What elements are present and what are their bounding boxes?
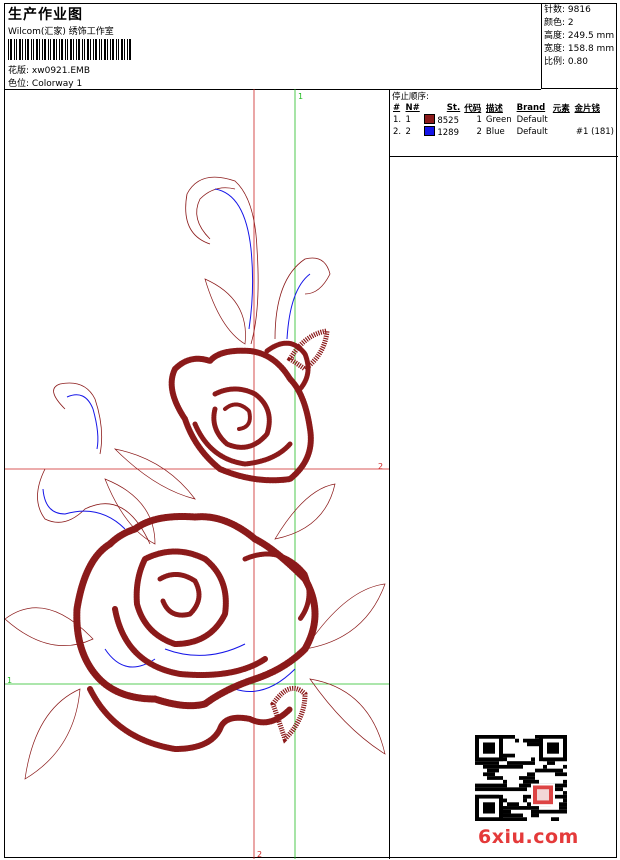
guide-label-bottom: 2 (257, 850, 262, 859)
design-preview: 1 2 1 2 (5, 89, 390, 859)
tendril-blue (42, 488, 126, 530)
leaf-shape (204, 278, 246, 345)
embroidery-artwork: 1 2 1 2 (5, 89, 389, 859)
design-file: 花版: xw0921.EMB (8, 63, 90, 76)
sheet-header: 生产作业图 Wilcom(汇家) 绣饰工作室 花版: xw0921.EMB 色位… (5, 4, 541, 90)
spec-height: 高度: 249.5 mm (544, 31, 615, 41)
stop-sequence-caption: 停止顺序: (392, 92, 429, 102)
guide-label-top: 1 (298, 92, 303, 101)
spec-width: 宽度: 158.8 mm (544, 44, 615, 54)
sheet-title: 生产作业图 (8, 7, 83, 23)
company-name: Wilcom(汇家) 绣饰工作室 (8, 27, 114, 37)
guide-label-left: 1 (7, 676, 12, 685)
stop-sequence-header: # N# St. 代码 描述 Brand 元素 金片钱 (393, 103, 600, 114)
leaf-shape (309, 678, 386, 755)
production-sheet: 生产作业图 Wilcom(汇家) 绣饰工作室 花版: xw0921.EMB 色位… (4, 3, 618, 859)
color-swatch (424, 114, 436, 124)
guide-label-right: 2 (378, 462, 383, 471)
qr-code (475, 735, 567, 821)
tendril (274, 257, 331, 340)
tendril (53, 382, 103, 455)
colorway-label: 色位: (8, 79, 30, 89)
table-row: 1. 1 8525 1 Green Default (393, 114, 548, 126)
tendril-blue (214, 188, 254, 330)
leaf-shape (24, 688, 81, 780)
stop-sequence-table: # N# St. 代码 描述 Brand 元素 金片钱 1. 1 8525 1 … (391, 102, 616, 138)
site-logo: 6xiu.com (478, 826, 579, 848)
spec-colors: 颜色: 2 (544, 18, 574, 28)
spec-stitches: 针数: 9816 (544, 5, 591, 15)
design-label: 花版: (8, 66, 30, 76)
stop-sequence-panel: 停止顺序: # N# St. 代码 描述 Brand 元素 金片钱 1. 1 8… (390, 89, 618, 157)
tendril-blue (66, 394, 99, 450)
rose-bottom (73, 513, 319, 753)
leaf-shape (274, 483, 336, 540)
rose-top (168, 340, 314, 484)
color-swatch (424, 126, 436, 136)
design-specs: 针数: 9816 颜色: 2 高度: 249.5 mm 宽度: 158.8 mm… (541, 4, 618, 89)
spec-scale: 比例: 0.80 (544, 57, 588, 67)
colorway: 色位: Colorway 1 (8, 76, 82, 89)
colorway-value: Colorway 1 (31, 79, 83, 89)
leaf-shape (113, 448, 196, 500)
barcode (8, 39, 131, 60)
tendril-blue (286, 273, 311, 340)
table-row: 2. 2 1289 2 Blue Default #1 (181) (393, 126, 614, 138)
design-value: xw0921.EMB (31, 66, 90, 76)
